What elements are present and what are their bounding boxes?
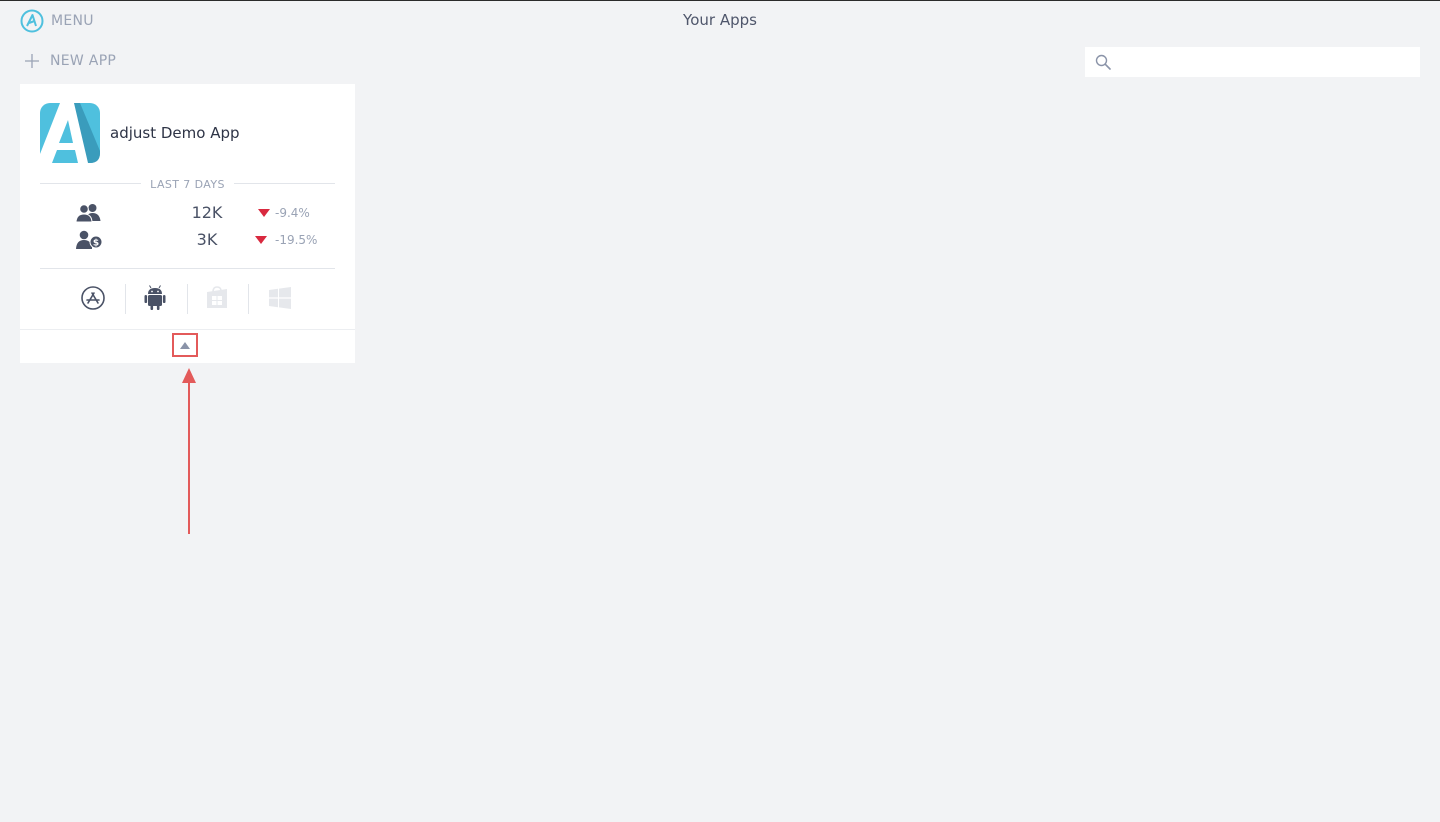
- metric-change: -19.5%: [275, 233, 318, 247]
- app-header[interactable]: adjust Demo App: [40, 103, 240, 163]
- android-icon: [144, 285, 166, 310]
- app-name: adjust Demo App: [110, 124, 240, 142]
- metric-value: 3K: [196, 230, 218, 249]
- platform-separator: [125, 284, 126, 314]
- search-input[interactable]: [1119, 47, 1413, 79]
- platform-ios[interactable]: [73, 283, 113, 313]
- metric-value: 12K: [191, 203, 223, 222]
- windows-store-icon: [207, 286, 227, 308]
- platform-android[interactable]: [135, 283, 175, 313]
- metric-change: -9.4%: [275, 206, 310, 220]
- platform-windows[interactable]: [260, 283, 300, 313]
- caret-up-icon: [180, 342, 190, 349]
- new-app-label: NEW APP: [50, 53, 117, 69]
- platform-list: [73, 283, 313, 315]
- users-icon: [75, 204, 101, 223]
- metric-row-users: 12K -9.4%: [40, 202, 335, 224]
- platform-separator: [187, 284, 188, 314]
- metric-row-paying-users: $ 3K -19.5%: [40, 229, 335, 251]
- collapse-toggle-button[interactable]: [172, 333, 198, 357]
- card-footer: [20, 329, 355, 364]
- paying-users-icon: $: [76, 230, 103, 249]
- app-card: adjust Demo App LAST 7 DAYS 12K -9.4% $ …: [20, 84, 355, 363]
- platform-separator: [248, 284, 249, 314]
- period-header: LAST 7 DAYS: [40, 178, 335, 194]
- search-box: [1085, 47, 1420, 79]
- arrow-up-annotation: [182, 368, 196, 534]
- app-store-icon: [81, 286, 105, 310]
- new-app-button[interactable]: NEW APP: [24, 53, 116, 69]
- period-label: LAST 7 DAYS: [141, 178, 234, 191]
- platform-windows-store[interactable]: [197, 283, 237, 313]
- trend-down-icon: [255, 236, 267, 244]
- top-bar: MENU Your Apps: [0, 1, 1440, 41]
- page-title: Your Apps: [683, 11, 757, 29]
- search-icon: [1095, 54, 1111, 70]
- trend-down-icon: [258, 209, 270, 217]
- plus-icon: [25, 54, 39, 68]
- windows-icon: [269, 287, 291, 309]
- svg-text:$: $: [93, 238, 99, 248]
- card-divider: [40, 268, 335, 269]
- adjust-app-icon: [40, 103, 100, 163]
